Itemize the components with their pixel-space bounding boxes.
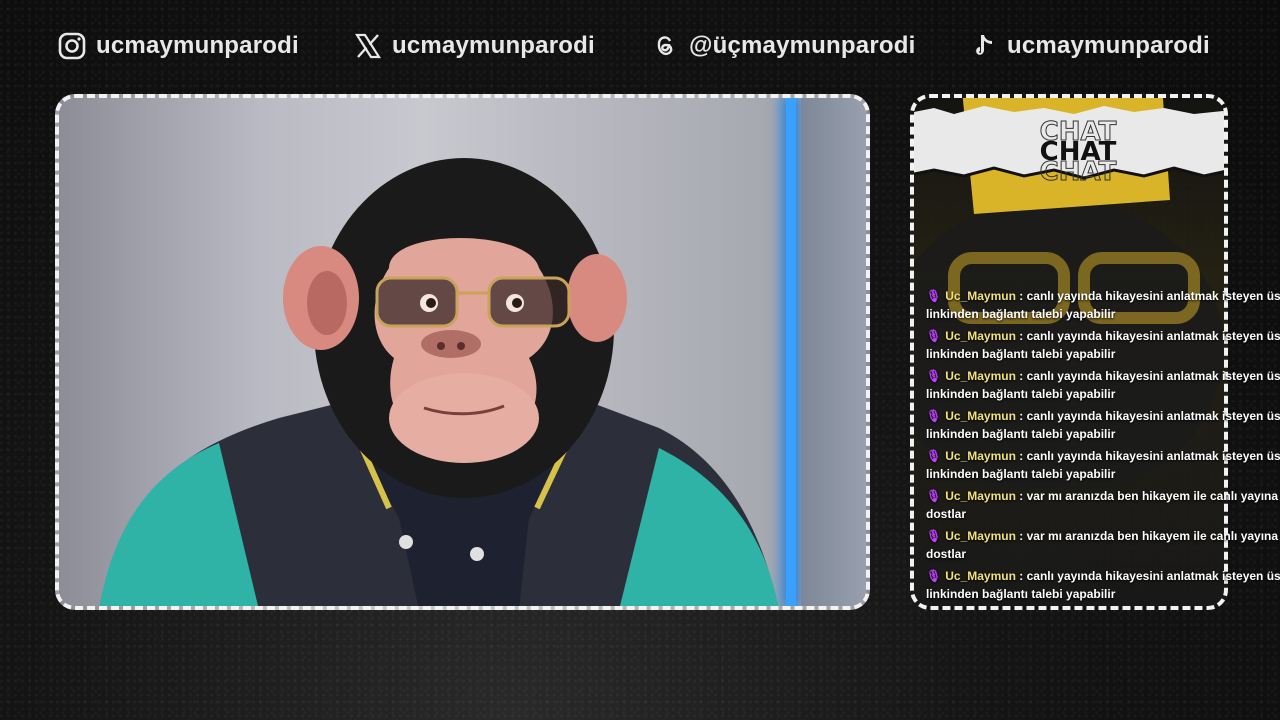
chat-message: 🎙 Uc_Maymun : canlı yayında hikayesini an…	[926, 407, 1280, 443]
chat-text: : canlı yayında hikayesini anlatmak iste…	[1019, 569, 1280, 583]
microphone-icon: 🎙	[926, 449, 942, 463]
chat-text-line2: linkinden bağlantı talebi yapabilir	[926, 347, 1116, 361]
threads-icon	[651, 32, 679, 60]
chat-text: : canlı yayında hikayesini anlatmak iste…	[1019, 409, 1280, 423]
microphone-icon: 🎙	[926, 329, 942, 343]
x-twitter-icon	[354, 32, 382, 60]
chat-text: : var mı aranızda ben hikayem ile canlı …	[1019, 529, 1280, 543]
chat-message: 🎙 Uc_Maymun : canlı yayında hikayesini an…	[926, 287, 1280, 323]
tiktok-icon	[969, 32, 997, 60]
chat-username: Uc_Maymun	[945, 569, 1016, 583]
social-instagram[interactable]: ucmaymunparodi	[58, 26, 299, 66]
chat-message: 🎙 Uc_Maymun : var mı aranızda ben hikayem…	[926, 527, 1280, 563]
chat-text-line2: dostlar	[926, 507, 967, 521]
social-tiktok[interactable]: ucmaymunparodi	[969, 26, 1210, 66]
microphone-icon: 🎙	[926, 529, 942, 543]
social-handle: ucmaymunparodi	[96, 32, 299, 59]
chat-text: : canlı yayında hikayesini anlatmak iste…	[1019, 449, 1280, 463]
chat-title: CHAT CHAT CHAT	[1039, 117, 1117, 187]
social-handle: ucmaymunparodi	[1007, 32, 1210, 59]
social-threads[interactable]: @üçmaymunparodi	[651, 26, 915, 66]
chat-text-line2: linkinden bağlantı talebi yapabilir	[926, 587, 1116, 601]
chat-username: Uc_Maymun	[945, 329, 1016, 343]
chat-text: : canlı yayında hikayesini anlatmak iste…	[1019, 329, 1280, 343]
chat-text: : canlı yayında hikayesini anlatmak iste…	[1019, 369, 1280, 383]
microphone-icon: 🎙	[926, 369, 942, 383]
chat-message: 🎙 Uc_Maymun : canlı yayında hikayesini an…	[926, 327, 1280, 363]
chat-message: 🎙 Uc_Maymun : canlı yayında hikayesini an…	[926, 447, 1280, 483]
chat-text-line2: linkinden bağlantı talebi yapabilir	[926, 387, 1116, 401]
chimpanzee-avatar	[99, 158, 779, 606]
chat-text: : var mı aranızda ben hikayem ile canlı …	[1019, 489, 1280, 503]
chat-message-list: 🎙 Uc_Maymun : canlı yayında hikayesini an…	[926, 287, 1280, 607]
chat-username: Uc_Maymun	[945, 449, 1016, 463]
webcam-frame	[55, 94, 870, 610]
chat-username: Uc_Maymun	[945, 489, 1016, 503]
chat-username: Uc_Maymun	[945, 409, 1016, 423]
social-bar: ucmaymunparodi ucmaymunparodi @üçmaymunp…	[58, 26, 1228, 66]
chat-text-line2: linkinden bağlantı talebi yapabilir	[926, 427, 1116, 441]
chat-username: Uc_Maymun	[945, 289, 1016, 303]
chat-text: : canlı yayında hikayesini anlatmak iste…	[1019, 289, 1280, 303]
chat-text-line2: linkinden bağlantı talebi yapabilir	[926, 307, 1116, 321]
microphone-icon: 🎙	[926, 489, 942, 503]
social-x[interactable]: ucmaymunparodi	[354, 26, 595, 66]
microphone-icon: 🎙	[926, 289, 942, 303]
chat-message: 🎙 Uc_Maymun : canlı yayında hikayesini an…	[926, 567, 1280, 603]
instagram-icon	[58, 32, 86, 60]
social-handle: ucmaymunparodi	[392, 32, 595, 59]
microphone-icon: 🎙	[926, 409, 942, 423]
chat-username: Uc_Maymun	[945, 369, 1016, 383]
chat-text-line2: dostlar	[926, 547, 967, 561]
social-handle: @üçmaymunparodi	[689, 32, 916, 59]
chat-message: 🎙 Uc_Maymun : var mı aranızda ben hikayem…	[926, 487, 1280, 523]
chat-username: Uc_Maymun	[945, 529, 1016, 543]
microphone-icon: 🎙	[926, 569, 942, 583]
chat-text-line2: linkinden bağlantı talebi yapabilir	[926, 467, 1116, 481]
chat-message: 🎙 Uc_Maymun : canlı yayında hikayesini an…	[926, 367, 1280, 403]
